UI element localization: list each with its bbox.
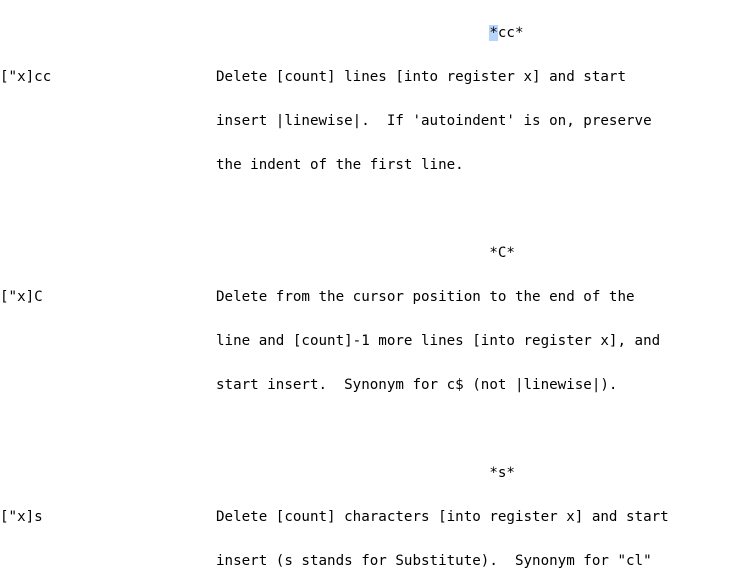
help-window[interactable]: *cc* ["x]cc Delete [count] lines [into re… xyxy=(0,0,739,586)
desc-cc-3: the indent of the first line. xyxy=(216,157,464,173)
desc-s-2: insert (s stands for Substitute). Synony… xyxy=(216,553,652,569)
cmd-s: ["x]s xyxy=(0,509,43,525)
tag-C: *C* xyxy=(489,245,515,261)
help-line: line and [count]-1 more lines [into regi… xyxy=(0,330,739,352)
help-line: the indent of the first line. xyxy=(0,154,739,176)
help-line: start insert. Synonym for c$ (not |linew… xyxy=(0,374,739,396)
desc-s-1: Delete [count] characters [into register… xyxy=(216,509,669,525)
help-line xyxy=(0,198,739,220)
help-line xyxy=(0,418,739,440)
cursor: * xyxy=(489,25,498,41)
help-line: *C* xyxy=(0,242,739,264)
desc-C-2: line and [count]-1 more lines [into regi… xyxy=(216,333,660,349)
desc-cc-1: Delete [count] lines [into register x] a… xyxy=(216,69,626,85)
tag-s: *s* xyxy=(489,465,515,481)
help-line: insert (s stands for Substitute). Synony… xyxy=(0,550,739,572)
desc-C-3: start insert. Synonym for c$ (not |linew… xyxy=(216,377,617,393)
cmd-cc: ["x]cc xyxy=(0,69,51,85)
help-line: *s* xyxy=(0,462,739,484)
help-line: *cc* xyxy=(0,22,739,44)
help-line: ["x]C Delete from the cursor position to … xyxy=(0,286,739,308)
desc-cc-2: insert |linewise|. If 'autoindent' is on… xyxy=(216,113,652,129)
help-line: ["x]cc Delete [count] lines [into registe… xyxy=(0,66,739,88)
tag-cc: cc* xyxy=(498,25,524,41)
desc-C-1: Delete from the cursor position to the e… xyxy=(216,289,635,305)
cmd-C: ["x]C xyxy=(0,289,43,305)
help-line: ["x]s Delete [count] characters [into reg… xyxy=(0,506,739,528)
help-line: insert |linewise|. If 'autoindent' is on… xyxy=(0,110,739,132)
